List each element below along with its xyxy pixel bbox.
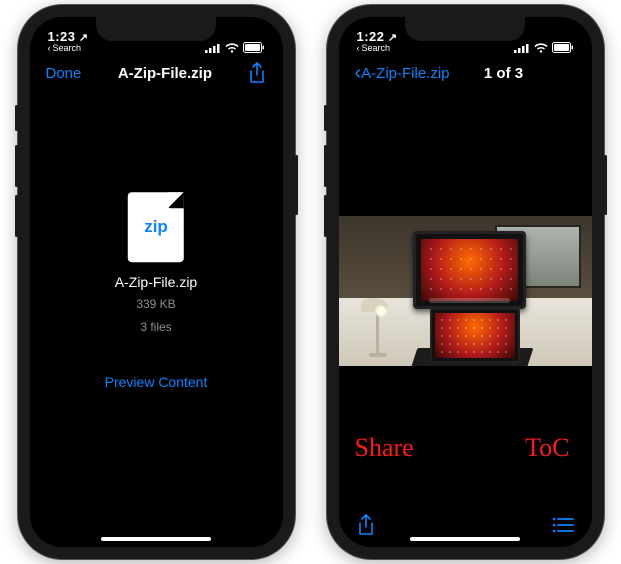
wifi-icon bbox=[225, 43, 239, 53]
list-icon bbox=[552, 517, 574, 533]
bottom-toolbar bbox=[339, 507, 592, 547]
notch bbox=[96, 17, 216, 41]
wifi-icon bbox=[534, 43, 548, 53]
annotation-toc: ToC bbox=[525, 433, 569, 463]
battery-icon bbox=[552, 42, 574, 53]
status-back-to-app[interactable]: ‹ Search bbox=[48, 44, 89, 53]
cellular-signal-icon bbox=[514, 43, 530, 53]
back-button[interactable]: ‹ A-Zip-File.zip bbox=[355, 63, 450, 83]
cellular-signal-icon bbox=[205, 43, 221, 53]
table-of-contents-button[interactable] bbox=[552, 517, 574, 538]
file-name: A-Zip-File.zip bbox=[115, 274, 197, 290]
annotation-share: Share bbox=[355, 433, 414, 463]
status-back-to-app[interactable]: ‹ Search bbox=[357, 44, 398, 53]
chevron-left-icon: ‹ bbox=[48, 44, 51, 53]
iphone-right: 1:22 ↗ ‹ Search bbox=[327, 5, 604, 559]
page-position: 1 of 3 bbox=[484, 65, 523, 82]
home-indicator[interactable] bbox=[101, 537, 211, 541]
file-count: 3 files bbox=[140, 319, 171, 336]
content-area[interactable]: Share ToC bbox=[339, 91, 592, 507]
share-button[interactable] bbox=[248, 62, 266, 84]
battery-icon bbox=[243, 42, 265, 53]
chevron-left-icon: ‹ bbox=[357, 44, 360, 53]
nav-title: A-Zip-File.zip bbox=[118, 65, 212, 82]
share-icon bbox=[357, 514, 375, 536]
share-button[interactable] bbox=[357, 514, 375, 541]
notch bbox=[405, 17, 525, 41]
preview-content-link[interactable]: Preview Content bbox=[105, 374, 208, 390]
iphone-left: 1:23 ↗ ‹ Search Do bbox=[18, 5, 295, 559]
status-time: 1:23 bbox=[48, 29, 76, 44]
preview-image[interactable] bbox=[339, 216, 592, 366]
nav-bar: Done A-Zip-File.zip bbox=[30, 55, 283, 91]
zip-file-icon: zip bbox=[128, 192, 184, 262]
file-size: 339 KB bbox=[136, 296, 175, 313]
share-icon bbox=[248, 62, 266, 84]
chevron-left-icon: ‹ bbox=[355, 63, 362, 83]
done-button[interactable]: Done bbox=[46, 65, 82, 82]
nav-bar: ‹ A-Zip-File.zip 1 of 3 bbox=[339, 55, 592, 91]
content-area: zip A-Zip-File.zip 339 KB 3 files Previe… bbox=[30, 91, 283, 547]
status-time: 1:22 bbox=[357, 29, 385, 44]
home-indicator[interactable] bbox=[410, 537, 520, 541]
